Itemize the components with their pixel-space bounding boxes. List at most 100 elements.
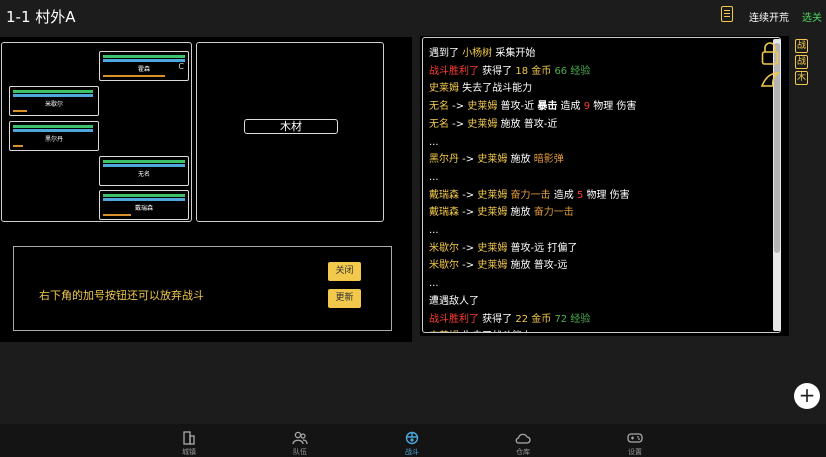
log-line: 戴瑞森 -> 史莱姆 奋力一击 造成 5 物理 伤害 bbox=[429, 187, 774, 205]
log-segment: -> bbox=[459, 207, 478, 219]
bottom-nav: 城镇 队伍 战斗 仓库 设置 bbox=[0, 424, 826, 457]
log-segment: 物理 伤害 bbox=[583, 189, 630, 201]
log-segment: -> bbox=[459, 154, 478, 166]
log-segment: 奋力一击 bbox=[510, 189, 551, 201]
log-line: 戴瑞森 -> 史莱姆 施放 奋力一击 bbox=[429, 204, 774, 222]
log-segment: 66 经验 bbox=[551, 65, 591, 77]
unit-card[interactable]: 霍森 C bbox=[99, 51, 189, 81]
unit-card[interactable]: 无名 bbox=[99, 156, 189, 186]
log-segment: 无名 bbox=[429, 118, 449, 130]
log-segment: 遭遇敌人了 bbox=[429, 295, 479, 307]
close-button[interactable]: 关闭 bbox=[328, 262, 361, 281]
log-segment: 普攻-近 bbox=[497, 101, 538, 113]
nav-settings[interactable]: 设置 bbox=[605, 424, 665, 457]
unit-card[interactable]: 米歇尔 bbox=[9, 86, 99, 116]
log-segment: 造成 bbox=[550, 189, 577, 201]
team-icon bbox=[292, 431, 308, 445]
gamepad-icon bbox=[627, 433, 643, 443]
log-line: 米歇尔 -> 史莱姆 普攻-远 打偏了 bbox=[429, 240, 774, 258]
log-segment: 获得了 bbox=[479, 313, 516, 325]
log-segment: -> bbox=[459, 260, 478, 272]
log-line: 遇到了 小杨树 采集开始 bbox=[429, 45, 774, 63]
party-formation: 霍森 C 米歇尔 黑尔丹 无名 戴瑞森 bbox=[1, 42, 192, 222]
add-button[interactable]: + bbox=[794, 383, 820, 409]
gather-target-frame: 木材 bbox=[196, 42, 384, 222]
nav-town[interactable]: 城镇 bbox=[159, 424, 219, 457]
log-segment: 史莱姆 bbox=[467, 118, 498, 130]
log-segment: 72 经验 bbox=[551, 313, 591, 325]
log-segment: 失去了战斗能力 bbox=[459, 83, 533, 95]
log-segment: 史莱姆 bbox=[477, 260, 508, 272]
log-segment: 米歇尔 bbox=[429, 260, 459, 272]
resource-button[interactable]: 木材 bbox=[244, 119, 338, 134]
log-segment: 小杨树 bbox=[462, 48, 493, 59]
log-segment: 史莱姆 bbox=[477, 242, 508, 254]
battle-log[interactable]: 遇到了 小杨树 采集开始 战斗胜利了 获得了 18 金币 66 经验 史莱姆 失去了… bbox=[422, 37, 781, 333]
unit-mark: C bbox=[178, 62, 184, 71]
log-line: ... bbox=[429, 222, 774, 240]
log-segment: 遇到了 bbox=[429, 48, 463, 59]
side-tag[interactable]: 战 bbox=[795, 39, 808, 53]
horn-icon[interactable] bbox=[760, 70, 780, 90]
log-line: ... bbox=[429, 275, 774, 293]
select-stage-button[interactable]: 选关 bbox=[802, 9, 822, 24]
log-segment: 战斗胜利了 bbox=[429, 65, 479, 77]
log-segment: -> bbox=[449, 101, 468, 113]
battle-log-panel: 遇到了 小杨树 采集开始 战斗胜利了 获得了 18 金币 66 经验 史莱姆 失去了… bbox=[420, 36, 789, 336]
log-segment: 施放 bbox=[507, 207, 534, 219]
log-segment: 奋力一击 bbox=[533, 207, 574, 219]
continuous-clear-button[interactable]: 连续开荒 bbox=[749, 9, 789, 24]
battle-icon bbox=[405, 431, 419, 445]
document-icon[interactable] bbox=[721, 6, 733, 22]
log-segment: ... bbox=[429, 225, 439, 237]
notice-text: 右下角的加号按钮还可以放弃战斗 bbox=[39, 289, 204, 302]
log-line: 黑尔丹 -> 史莱姆 施放 暗影弹 bbox=[429, 151, 774, 169]
log-line: 史莱姆 失去了战斗能力 bbox=[429, 328, 774, 332]
log-line: 无名 -> 史莱姆 施放 普攻-近 bbox=[429, 116, 774, 134]
log-segment: -> bbox=[459, 189, 478, 201]
lock-icon[interactable] bbox=[761, 42, 779, 66]
log-segment: 18 金币 bbox=[515, 65, 552, 77]
log-segment: 施放 普攻-远 bbox=[507, 260, 568, 272]
log-segment: 史莱姆 bbox=[477, 189, 508, 201]
log-segment: 造成 bbox=[557, 101, 584, 113]
log-segment: 22 金币 bbox=[515, 313, 552, 325]
log-segment: -> bbox=[449, 118, 468, 130]
side-tag[interactable]: 木 bbox=[795, 71, 808, 85]
log-segment: 普攻-远 打偏了 bbox=[507, 242, 578, 254]
log-segment: 戴瑞森 bbox=[429, 189, 459, 201]
log-line: 米歇尔 -> 史莱姆 施放 普攻-远 bbox=[429, 257, 774, 275]
nav-battle[interactable]: 战斗 bbox=[382, 424, 442, 457]
log-segment: ... bbox=[429, 278, 439, 290]
log-segment: 暴击 bbox=[537, 101, 558, 113]
log-segment: 米歇尔 bbox=[429, 242, 459, 254]
log-line: ... bbox=[429, 134, 774, 152]
unit-card[interactable]: 黑尔丹 bbox=[9, 121, 99, 151]
log-segment: 黑尔丹 bbox=[429, 154, 459, 166]
battle-panel: 霍森 C 米歇尔 黑尔丹 无名 戴瑞森 木材 右下角的加号按钮还可以放弃战斗 关… bbox=[0, 37, 412, 342]
top-bar: 1-1 村外A 连续开荒 选关 bbox=[0, 0, 826, 34]
stage-title: 1-1 村外A bbox=[6, 8, 76, 26]
log-segment: 无名 bbox=[429, 101, 449, 113]
nav-team[interactable]: 队伍 bbox=[270, 424, 330, 457]
log-segment: 史莱姆 bbox=[477, 207, 508, 219]
nav-storage[interactable]: 仓库 bbox=[493, 424, 553, 457]
log-segment: 戴瑞森 bbox=[429, 207, 459, 219]
log-line: 战斗胜利了 获得了 18 金币 66 经验 bbox=[429, 63, 774, 81]
refresh-button[interactable]: 更新 bbox=[328, 289, 361, 308]
side-tag[interactable]: 战 bbox=[795, 55, 808, 69]
log-segment: 史莱姆 bbox=[477, 154, 508, 166]
log-segment: 物理 伤害 bbox=[590, 101, 637, 113]
log-segment: 获得了 bbox=[479, 65, 516, 77]
log-segment: -> bbox=[459, 242, 478, 254]
log-segment: 史莱姆 bbox=[429, 331, 459, 332]
log-line: ... bbox=[429, 169, 774, 187]
log-line: 无名 -> 史莱姆 普攻-近 暴击 造成 9 物理 伤害 bbox=[429, 98, 774, 116]
unit-card[interactable]: 戴瑞森 bbox=[99, 190, 189, 220]
log-segment: 战斗胜利了 bbox=[429, 313, 479, 325]
log-segment: ... bbox=[429, 171, 439, 183]
log-segment: 失去了战斗能力 bbox=[459, 331, 532, 332]
log-segment: 史莱姆 bbox=[429, 83, 459, 95]
log-segment: 采集开始 bbox=[492, 48, 536, 59]
log-segment: ... bbox=[429, 136, 439, 148]
